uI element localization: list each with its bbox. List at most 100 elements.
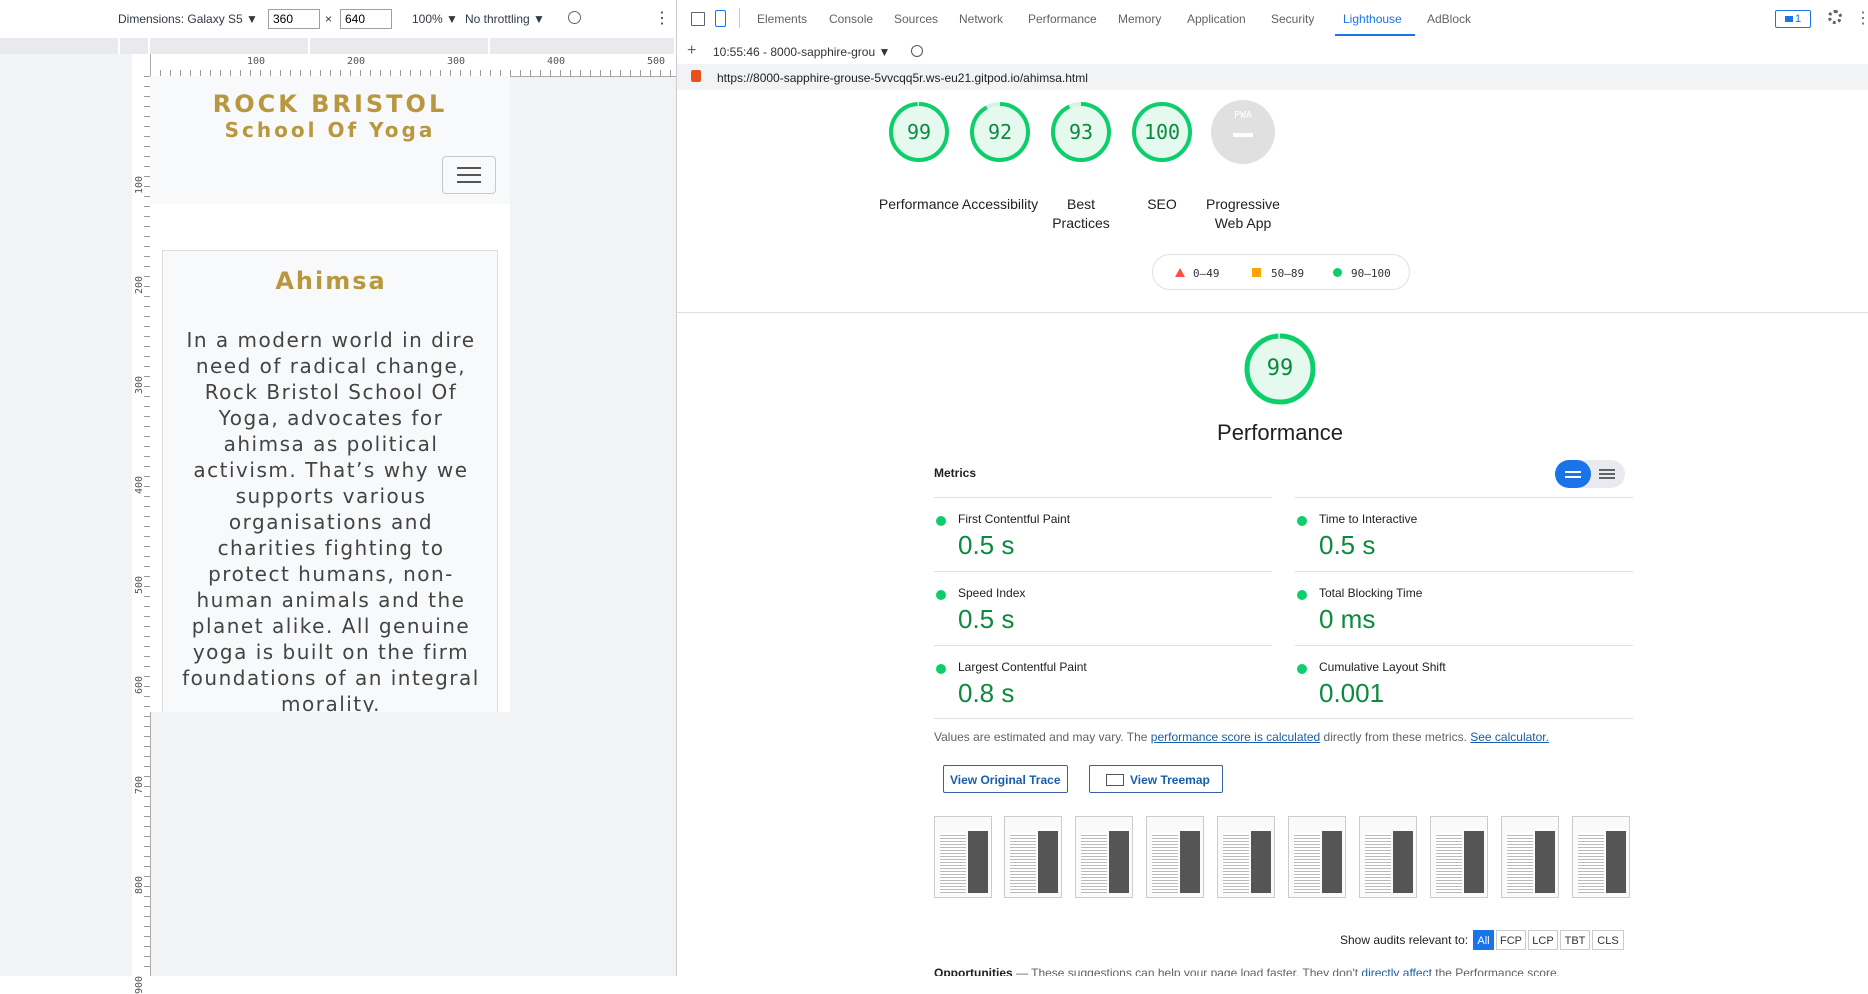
vertical-ruler: 100 200 300 400 500 600 700 800 900 — [132, 54, 151, 994]
opportunities-text: the Performance score. — [1431, 966, 1560, 976]
metric-value: 0.5 s — [1319, 530, 1376, 560]
media-query-segment[interactable] — [490, 38, 676, 54]
dimensions-dropdown[interactable]: Dimensions: Galaxy S5 ▼ — [118, 12, 258, 26]
filter-lcp[interactable]: LCP — [1528, 930, 1558, 950]
lock-warning-icon — [691, 70, 701, 82]
width-input[interactable] — [268, 9, 320, 29]
metric-value: 0.8 s — [958, 678, 1015, 708]
rotate-icon[interactable] — [568, 11, 581, 24]
active-tab-indicator — [1335, 34, 1415, 36]
device-toolbar-icon[interactable] — [715, 10, 726, 27]
detail-view-icon[interactable] — [1599, 469, 1615, 471]
tab-memory[interactable]: Memory — [1118, 12, 1161, 26]
mobile-page: ROCK BRISTOL School Of Yoga Ahimsa In a … — [150, 76, 510, 712]
metric-value: 0.5 s — [958, 604, 1015, 634]
inspect-element-icon[interactable] — [691, 12, 705, 26]
main-gauge-score: 99 — [1266, 356, 1294, 381]
media-query-bar — [0, 38, 676, 54]
section-divider — [677, 312, 1868, 313]
ruler-label: 700 — [134, 775, 145, 794]
legend-average: 50–89 — [1271, 267, 1305, 280]
metrics-view-toggle[interactable] — [1555, 460, 1625, 488]
tab-performance[interactable]: Performance — [1028, 12, 1097, 26]
pass-dot-icon — [1297, 590, 1307, 600]
note-text: Values are estimated and may vary. The — [934, 730, 1151, 744]
hamburger-icon — [457, 167, 481, 169]
tab-lighthouse[interactable]: Lighthouse — [1343, 12, 1402, 26]
frame-image — [1606, 831, 1626, 893]
tab-adblock[interactable]: AdBlock — [1427, 12, 1471, 26]
pass-dot-icon — [1297, 516, 1307, 526]
pass-circle-icon — [1333, 268, 1342, 277]
tab-application[interactable]: Application — [1187, 12, 1246, 26]
gauge-progressive-web-app[interactable]: PWA — [1211, 100, 1275, 164]
tab-console[interactable]: Console — [829, 12, 873, 26]
issues-badge[interactable]: 1 — [1775, 10, 1811, 28]
times-sign: × — [325, 12, 333, 26]
metric-item: Total Blocking Time 0 ms — [1295, 571, 1633, 646]
media-query-segment[interactable] — [150, 38, 310, 54]
opportunities-heading: Opportunities — [934, 966, 1013, 976]
settings-gear-icon[interactable] — [1828, 10, 1842, 24]
gauge-seo[interactable]: 100 — [1130, 100, 1194, 164]
tab-sources[interactable]: Sources — [894, 12, 938, 26]
tab-security[interactable]: Security — [1271, 12, 1314, 26]
frame-text — [1578, 833, 1604, 893]
brand-title[interactable]: ROCK BRISTOL — [150, 90, 510, 118]
new-report-button[interactable]: + — [687, 42, 696, 60]
brand-subtitle[interactable]: School Of Yoga — [150, 118, 510, 142]
filmstrip-frame — [1075, 816, 1133, 898]
gauge-best-practices[interactable]: 93 — [1049, 100, 1113, 164]
more-options-icon[interactable]: ⋮ — [654, 8, 670, 28]
metric-item: First Contentful Paint 0.5 s — [934, 497, 1272, 572]
pwa-dash — [1233, 133, 1253, 137]
hamburger-menu-button[interactable] — [442, 156, 496, 194]
average-square-icon — [1252, 268, 1261, 277]
gauge-score: PWA — [1233, 110, 1253, 121]
lighthouse-report: 99 Performance 92 Accessibility 93 Best Practi… — [677, 90, 1868, 976]
directly-affect-link[interactable]: directly affect — [1361, 966, 1431, 976]
metric-name: Total Blocking Time — [1319, 586, 1423, 600]
media-query-segment[interactable] — [310, 38, 490, 54]
metrics-bottom-border — [934, 718, 1633, 719]
ruler-label: 500 — [647, 56, 666, 67]
legend-pass: 90–100 — [1351, 267, 1391, 280]
score-calculated-link[interactable]: performance score is calculated — [1151, 730, 1320, 744]
devtools-tab-bar: Elements Console Sources Network Perform… — [677, 0, 1868, 39]
view-treemap-button[interactable]: View Treemap — [1089, 765, 1223, 793]
ruler-label: 500 — [134, 575, 145, 594]
issues-icon — [1784, 16, 1793, 22]
frame-text — [1223, 833, 1249, 893]
media-query-segment[interactable] — [0, 38, 120, 54]
zoom-dropdown[interactable]: 100% ▼ — [412, 12, 458, 26]
tab-elements[interactable]: Elements — [757, 12, 807, 26]
filter-all[interactable]: All — [1473, 930, 1494, 950]
audits-filter-label: Show audits relevant to: — [1340, 933, 1469, 947]
height-input[interactable] — [340, 9, 392, 29]
clear-icon[interactable] — [911, 45, 923, 57]
filmstrip-frame — [1572, 816, 1630, 898]
ruler-label: 200 — [347, 56, 366, 67]
metric-item: Speed Index 0.5 s — [934, 571, 1272, 646]
gauge-accessibility[interactable]: 92 — [968, 100, 1032, 164]
report-selector[interactable]: 10:55:46 - 8000-sapphire-grou ▼ — [713, 45, 890, 59]
devtools-more-icon[interactable]: ⋮ — [1855, 8, 1868, 28]
report-url[interactable]: https://8000-sapphire-grouse-5vvcqq5r.ws… — [717, 71, 1088, 85]
lighthouse-toolbar: + 10:55:46 - 8000-sapphire-grou ▼ — [677, 38, 1868, 65]
view-original-trace-button[interactable]: View Original Trace — [943, 765, 1068, 793]
ahimsa-card: Ahimsa In a modern world in dire need of… — [162, 250, 498, 712]
filter-tbt[interactable]: TBT — [1560, 930, 1590, 950]
gauge-performance[interactable]: 99 — [887, 100, 951, 164]
throttling-dropdown[interactable]: No throttling ▼ — [465, 12, 545, 26]
filter-fcp[interactable]: FCP — [1496, 930, 1526, 950]
summary-view-icon[interactable] — [1565, 471, 1581, 473]
ruler-label: 300 — [134, 375, 145, 394]
filmstrip-frame — [1146, 816, 1204, 898]
hamburger-icon — [457, 174, 481, 176]
frame-text — [1010, 833, 1036, 893]
ruler-label: 200 — [134, 275, 145, 294]
media-query-segment[interactable] — [120, 38, 150, 54]
tab-network[interactable]: Network — [959, 12, 1003, 26]
filter-cls[interactable]: CLS — [1592, 930, 1624, 950]
see-calculator-link[interactable]: See calculator. — [1470, 730, 1549, 744]
